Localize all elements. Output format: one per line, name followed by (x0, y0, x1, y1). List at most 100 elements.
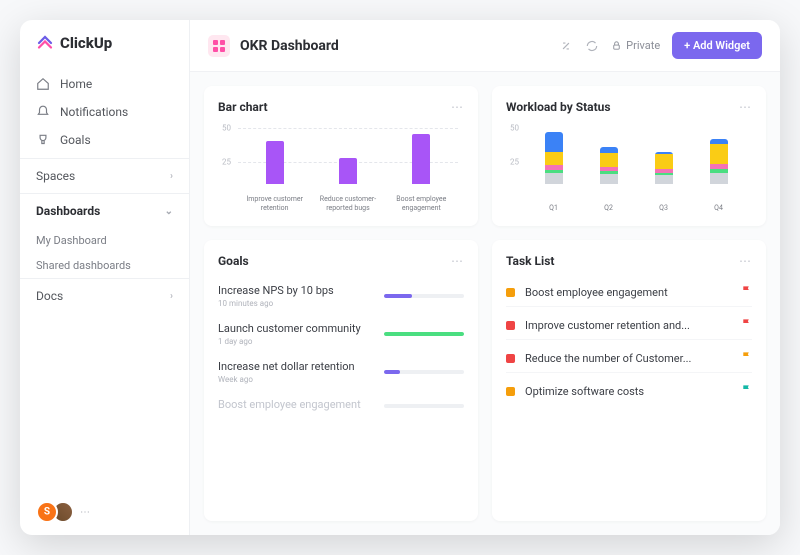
bar-chart: 25 50 Improve customer retentionReduce cus… (218, 124, 464, 212)
sidebar-footer: ⋯ (20, 489, 189, 535)
flag-icon[interactable] (741, 318, 752, 332)
progress-fill (384, 332, 464, 336)
bar-segment (655, 175, 673, 184)
sidebar-item-my-dashboard[interactable]: My Dashboard (20, 228, 189, 253)
stacked-bar (600, 147, 618, 184)
goals-card: Goals ⋯ Increase NPS by 10 bps 10 minutes… (204, 240, 478, 521)
gridline (238, 128, 458, 129)
x-label: Q3 (649, 204, 679, 212)
workload-card: Workload by Status ⋯ 2550Q1Q2Q3Q4 (492, 86, 766, 226)
goal-name: Boost employee engagement (218, 398, 374, 411)
bar-area (238, 130, 458, 184)
status-square-icon (506, 354, 515, 363)
status-square-icon (506, 321, 515, 330)
task-row[interactable]: Reduce the number of Customer... (506, 344, 752, 373)
main-nav: Home Notifications Goals (20, 66, 189, 158)
bar-segment (600, 174, 618, 184)
x-label: Improve customer retention (245, 195, 305, 212)
task-list: Boost employee engagement Improve custome… (506, 278, 752, 405)
bar-chart-card: Bar chart ⋯ 25 50 Improve customer retenti… (204, 86, 478, 226)
brand-name: ClickUp (60, 34, 112, 52)
task-row[interactable]: Boost employee engagement (506, 278, 752, 307)
nav-item-goals[interactable]: Goals (20, 126, 189, 154)
trophy-icon (36, 133, 50, 147)
task-name: Reduce the number of Customer... (525, 352, 741, 365)
card-menu-icon[interactable]: ⋯ (739, 254, 752, 268)
card-title: Task List (506, 254, 554, 268)
flag-icon[interactable] (741, 285, 752, 299)
chevron-right-icon: › (170, 291, 173, 302)
goal-row[interactable]: Increase NPS by 10 bps 10 minutes ago (218, 278, 464, 314)
goal-name: Increase net dollar retention (218, 360, 374, 373)
stacked-bar-chart: 2550Q1Q2Q3Q4 (506, 124, 752, 212)
section-label: Dashboards (36, 204, 100, 218)
goal-text: Increase net dollar retention Week ago (218, 360, 374, 384)
nav-item-notifications[interactable]: Notifications (20, 98, 189, 126)
nav-label: Home (60, 77, 92, 91)
card-title: Bar chart (218, 100, 268, 114)
task-name: Improve customer retention and... (525, 319, 741, 332)
card-menu-icon[interactable]: ⋯ (451, 254, 464, 268)
progress-bar (384, 332, 464, 336)
avatar[interactable] (36, 501, 58, 523)
lock-icon (611, 40, 622, 51)
app-window: ClickUp Home Notifications Goals Spaces … (20, 20, 780, 535)
task-name: Optimize software costs (525, 385, 741, 398)
bar-segment (545, 132, 563, 151)
section-label: Spaces (36, 169, 75, 183)
card-title: Goals (218, 254, 249, 268)
bar (412, 134, 430, 184)
x-labels: Improve customer retentionReduce custome… (238, 195, 458, 212)
goal-row[interactable]: Boost employee engagement (218, 392, 464, 419)
status-square-icon (506, 387, 515, 396)
flag-icon[interactable] (741, 351, 752, 365)
x-label: Q2 (594, 204, 624, 212)
sidebar-item-shared-dashboards[interactable]: Shared dashboards (20, 253, 189, 278)
bar-segment (710, 173, 728, 184)
topbar: OKR Dashboard Private + Add Widget (190, 20, 780, 72)
goal-row[interactable]: Increase net dollar retention Week ago (218, 354, 464, 390)
dashboard-grid: Bar chart ⋯ 25 50 Improve customer retenti… (190, 72, 780, 535)
dashboard-icon (208, 35, 230, 57)
task-row[interactable]: Optimize software costs (506, 377, 752, 405)
bar-segment (710, 144, 728, 163)
goal-name: Launch customer community (218, 322, 374, 335)
nav-label: Notifications (60, 105, 128, 119)
sidebar-section-docs[interactable]: Docs › (20, 278, 189, 313)
stacked-bar (545, 132, 563, 184)
y-tick: 50 (222, 123, 231, 132)
card-menu-icon[interactable]: ⋯ (739, 100, 752, 114)
nav-item-home[interactable]: Home (20, 70, 189, 98)
clickup-logo-icon (36, 34, 54, 52)
goal-text: Launch customer community 1 day ago (218, 322, 374, 346)
sidebar-section-dashboards[interactable]: Dashboards ⌄ (20, 193, 189, 228)
brand-logo[interactable]: ClickUp (20, 20, 189, 66)
progress-fill (384, 294, 412, 298)
home-icon (36, 77, 50, 91)
card-menu-icon[interactable]: ⋯ (451, 100, 464, 114)
x-labels: Q1Q2Q3Q4 (526, 204, 746, 212)
more-icon[interactable]: ⋯ (80, 507, 90, 518)
nav-label: Goals (60, 133, 91, 147)
task-row[interactable]: Improve customer retention and... (506, 311, 752, 340)
private-toggle[interactable]: Private (611, 39, 660, 52)
goal-name: Increase NPS by 10 bps (218, 284, 374, 297)
goal-time: Week ago (218, 375, 374, 384)
refresh-icon[interactable] (585, 39, 599, 53)
goal-time: 1 day ago (218, 337, 374, 346)
sidebar-section-spaces[interactable]: Spaces › (20, 158, 189, 193)
add-widget-button[interactable]: + Add Widget (672, 32, 762, 59)
chevron-right-icon: › (170, 171, 173, 182)
goal-time: 10 minutes ago (218, 299, 374, 308)
goals-list: Increase NPS by 10 bps 10 minutes ago Laun… (218, 278, 464, 419)
goal-row[interactable]: Launch customer community 1 day ago (218, 316, 464, 352)
progress-bar (384, 370, 464, 374)
expand-icon[interactable] (559, 39, 573, 53)
flag-icon[interactable] (741, 384, 752, 398)
private-label: Private (626, 39, 660, 52)
status-square-icon (506, 288, 515, 297)
y-tick: 25 (222, 157, 231, 166)
sidebar: ClickUp Home Notifications Goals Spaces … (20, 20, 190, 535)
topbar-actions: Private + Add Widget (559, 32, 762, 59)
bell-icon (36, 105, 50, 119)
